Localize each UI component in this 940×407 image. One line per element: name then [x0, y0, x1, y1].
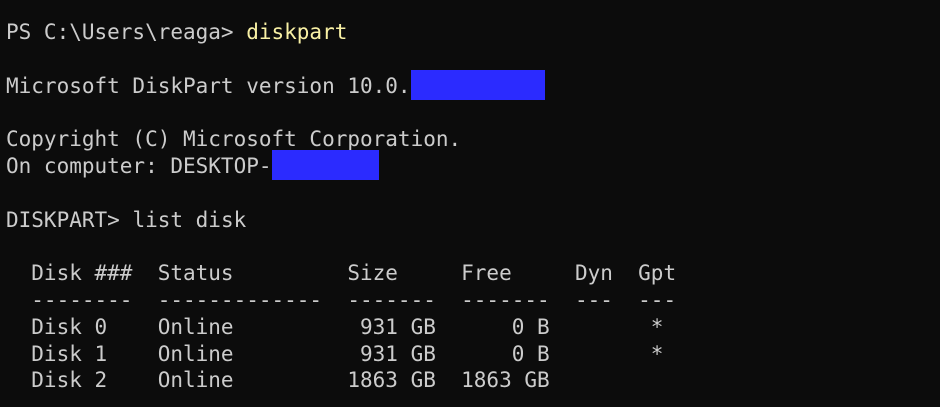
version-text: Microsoft DiskPart version 10.0.: [6, 73, 411, 98]
typed-command: diskpart: [246, 20, 348, 44]
table-row: Disk 2 Online 1863 GB 1863 GB: [6, 368, 550, 393]
computer-text: On computer: DESKTOP-: [6, 153, 272, 178]
version-line: Microsoft DiskPart version 10.0.: [6, 69, 940, 100]
copyright-line: Copyright (C) Microsoft Corporation.: [6, 127, 462, 152]
shell-prompt: PS C:\Users\reaga>: [6, 20, 247, 44]
table-row: Disk 0 Online 931 GB 0 B *: [6, 314, 664, 339]
diskpart-command-line: DISKPART> list disk: [6, 207, 940, 234]
command-line: PS C:\Users\reaga> diskpart: [6, 19, 940, 46]
diskpart-command: list disk: [132, 207, 247, 232]
diskpart-prompt: DISKPART>: [6, 207, 133, 232]
table-separator: -------- ------------- ------- ------- -…: [6, 287, 677, 312]
redacted-block: [271, 149, 379, 180]
computer-line: On computer: DESKTOP-: [6, 149, 940, 180]
table-row: Disk 1 Online 931 GB 0 B *: [6, 341, 664, 366]
redacted-block: [410, 69, 545, 100]
terminal-window[interactable]: PS C:\Users\reaga> diskpart Microsoft Di…: [0, 0, 940, 407]
table-header: Disk ### Status Size Free Dyn Gpt: [6, 261, 677, 286]
